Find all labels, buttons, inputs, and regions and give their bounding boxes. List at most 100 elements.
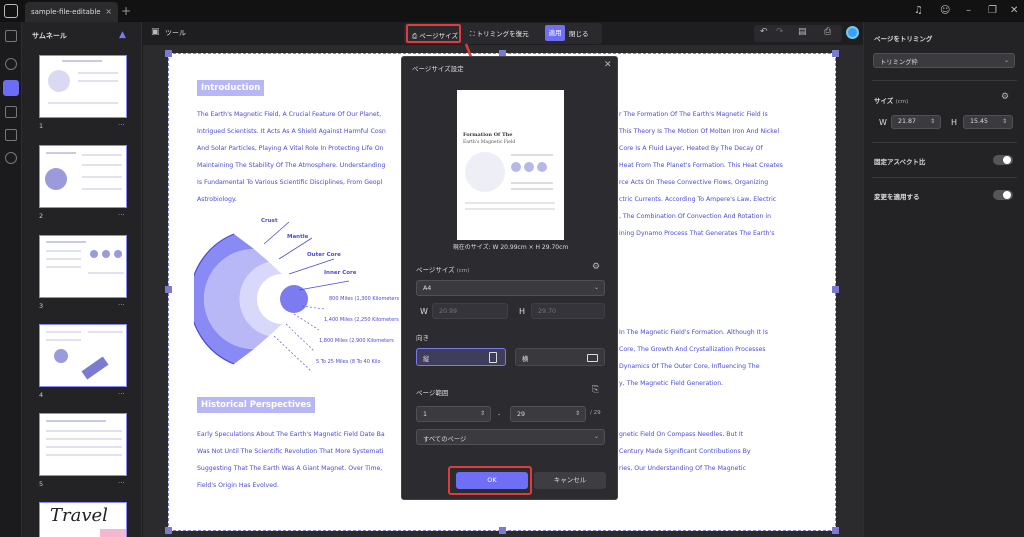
crop-toolbar: ⎙ ページサイズ ⛶ トリミングを復元 適用 閉じる: [404, 23, 602, 44]
height-field[interactable]: 29.70: [531, 303, 605, 319]
grid-icon[interactable]: [5, 30, 17, 42]
tab-close-icon[interactable]: ×: [105, 7, 112, 16]
aspect-ratio-toggle[interactable]: [993, 155, 1013, 165]
label-outer-core: Outer Core: [307, 252, 341, 258]
crop-handle[interactable]: [165, 527, 172, 534]
label-crust: Crust: [261, 218, 278, 224]
crop-handle[interactable]: [832, 286, 839, 293]
quick-tools: ↶ ↷ ▤ ⎙: [754, 25, 842, 42]
print-icon[interactable]: ⎙: [824, 27, 831, 37]
thumbnail-more-icon[interactable]: ···: [118, 121, 125, 129]
range-subset-select[interactable]: すべてのページ ⌄: [416, 429, 605, 445]
divider: [872, 142, 1017, 143]
distance-label: 5 To 25 Miles (8 To 40 Kilo: [316, 359, 381, 365]
restore-window-icon[interactable]: ❐: [988, 5, 997, 16]
close-icon[interactable]: ✕: [604, 60, 612, 70]
apply-change-toggle[interactable]: [993, 190, 1013, 200]
left-rail: [0, 22, 22, 537]
page-thumbnail-5[interactable]: [39, 413, 127, 476]
page-size-label: ページサイズ: [419, 32, 458, 40]
panel-title: ページをトリミング: [874, 35, 933, 43]
landscape-option[interactable]: 横: [515, 348, 605, 366]
restore-trim-button[interactable]: ⛶ トリミングを復元: [470, 28, 529, 39]
title-bar: sample-file-editable × + ♫ ☺ – ❐ ✕: [0, 0, 1024, 22]
close-window-icon[interactable]: ✕: [1010, 5, 1018, 16]
stepper-icon: ⇕: [574, 410, 580, 417]
landscape-icon: [587, 354, 598, 362]
close-crop-button[interactable]: 閉じる: [569, 28, 589, 38]
ai-assistant-icon[interactable]: [846, 26, 859, 39]
right-paragraph-1: r The Formation Of The Earth's Magnetic …: [619, 111, 783, 237]
thumbnail-more-icon[interactable]: ···: [118, 211, 125, 219]
comment-icon[interactable]: [5, 129, 17, 141]
page-thumbnail-6[interactable]: Travel: [39, 502, 127, 537]
pin-icon[interactable]: ▲: [119, 30, 126, 40]
trim-box-select[interactable]: トリミング枠 ⌄: [873, 53, 1015, 68]
thumbnail-panel-title: サムネール: [32, 32, 67, 40]
width-field[interactable]: 20.99: [432, 303, 508, 319]
save-icon[interactable]: ▤: [798, 27, 807, 37]
stepper-icon: ⇕: [479, 410, 485, 417]
thumbnail-number: 4: [39, 391, 44, 399]
bell-icon[interactable]: ♫: [914, 5, 923, 16]
settings-icon[interactable]: ⚙: [592, 262, 600, 272]
redo-icon[interactable]: ↷: [776, 27, 784, 37]
preview-title: Formation Of The: [463, 132, 513, 138]
attachment-icon[interactable]: [5, 152, 17, 164]
page-range-icon[interactable]: ⎘: [592, 385, 599, 395]
chevron-down-icon: ⌄: [593, 284, 599, 291]
search-icon[interactable]: [5, 58, 17, 70]
page-thumbnail-3[interactable]: [39, 235, 127, 298]
intro-heading: Introduction: [197, 80, 265, 96]
home-icon[interactable]: [4, 4, 18, 18]
page-thumbnail-1[interactable]: [39, 55, 127, 118]
thumbnail-more-icon[interactable]: ···: [118, 390, 125, 398]
range-to-field[interactable]: 29 ⇕: [510, 406, 586, 422]
crop-handle[interactable]: [832, 50, 839, 57]
height-label: H: [951, 118, 958, 127]
tools-icon[interactable]: ▣: [151, 27, 160, 37]
stepper-icon: ⇕: [929, 118, 935, 125]
page-size-label: ページサイズ (cm): [416, 266, 470, 274]
crop-handle[interactable]: [165, 286, 172, 293]
page-thumbnail-2[interactable]: [39, 145, 127, 208]
orientation-label: 向き: [416, 334, 429, 342]
settings-icon[interactable]: ⚙: [1001, 92, 1009, 102]
apply-button[interactable]: 適用: [545, 25, 565, 41]
cancel-button[interactable]: キャンセル: [534, 472, 606, 489]
tools-label[interactable]: ツール: [165, 28, 186, 38]
ok-highlight-box: [448, 466, 532, 495]
crop-handle[interactable]: [499, 527, 506, 534]
stepper-icon: ⇕: [1001, 118, 1007, 125]
thumbnail-number: 2: [39, 212, 44, 220]
range-total: / 29: [590, 410, 601, 416]
page-size-select[interactable]: A4 ⌄: [416, 280, 605, 296]
page-size-button[interactable]: ⎙ ページサイズ: [406, 24, 461, 43]
undo-icon[interactable]: ↶: [760, 27, 768, 37]
size-label: サイズ (cm): [874, 97, 909, 105]
bookmark-icon[interactable]: [5, 106, 17, 118]
page-preview: Formation Of The Earth's Magnetic Field: [457, 90, 564, 240]
crop-handle[interactable]: [165, 50, 172, 57]
crop-handle[interactable]: [832, 527, 839, 534]
divider: [872, 80, 1017, 81]
history-paragraph: Early Speculations About The Earth's Mag…: [197, 431, 385, 489]
width-label: W: [420, 307, 428, 316]
document-tab[interactable]: sample-file-editable ×: [25, 2, 118, 22]
thumbnail-more-icon[interactable]: ···: [118, 301, 125, 309]
portrait-option[interactable]: 縦: [416, 348, 506, 366]
range-from-field[interactable]: 1 ⇕: [416, 406, 491, 422]
account-icon[interactable]: ☺: [940, 5, 950, 16]
thumbnail-icon[interactable]: [3, 80, 19, 96]
thumbnail-more-icon[interactable]: ···: [118, 479, 125, 487]
label-inner-core: Inner Core: [324, 270, 357, 276]
new-tab-icon[interactable]: +: [121, 4, 131, 18]
distance-label: 800 Miles (1,300 Kilometers: [329, 296, 400, 302]
distance-label: 1,800 Miles (2,900 Kilometers: [319, 338, 394, 344]
page-range-label: ページ範囲: [416, 389, 449, 397]
minimize-icon[interactable]: –: [966, 5, 971, 16]
trim-height-field[interactable]: 15.45 ⇕: [963, 115, 1013, 129]
tab-label: sample-file-editable: [31, 8, 101, 16]
page-thumbnail-4[interactable]: [39, 324, 127, 387]
trim-width-field[interactable]: 21.87 ⇕: [891, 115, 941, 129]
